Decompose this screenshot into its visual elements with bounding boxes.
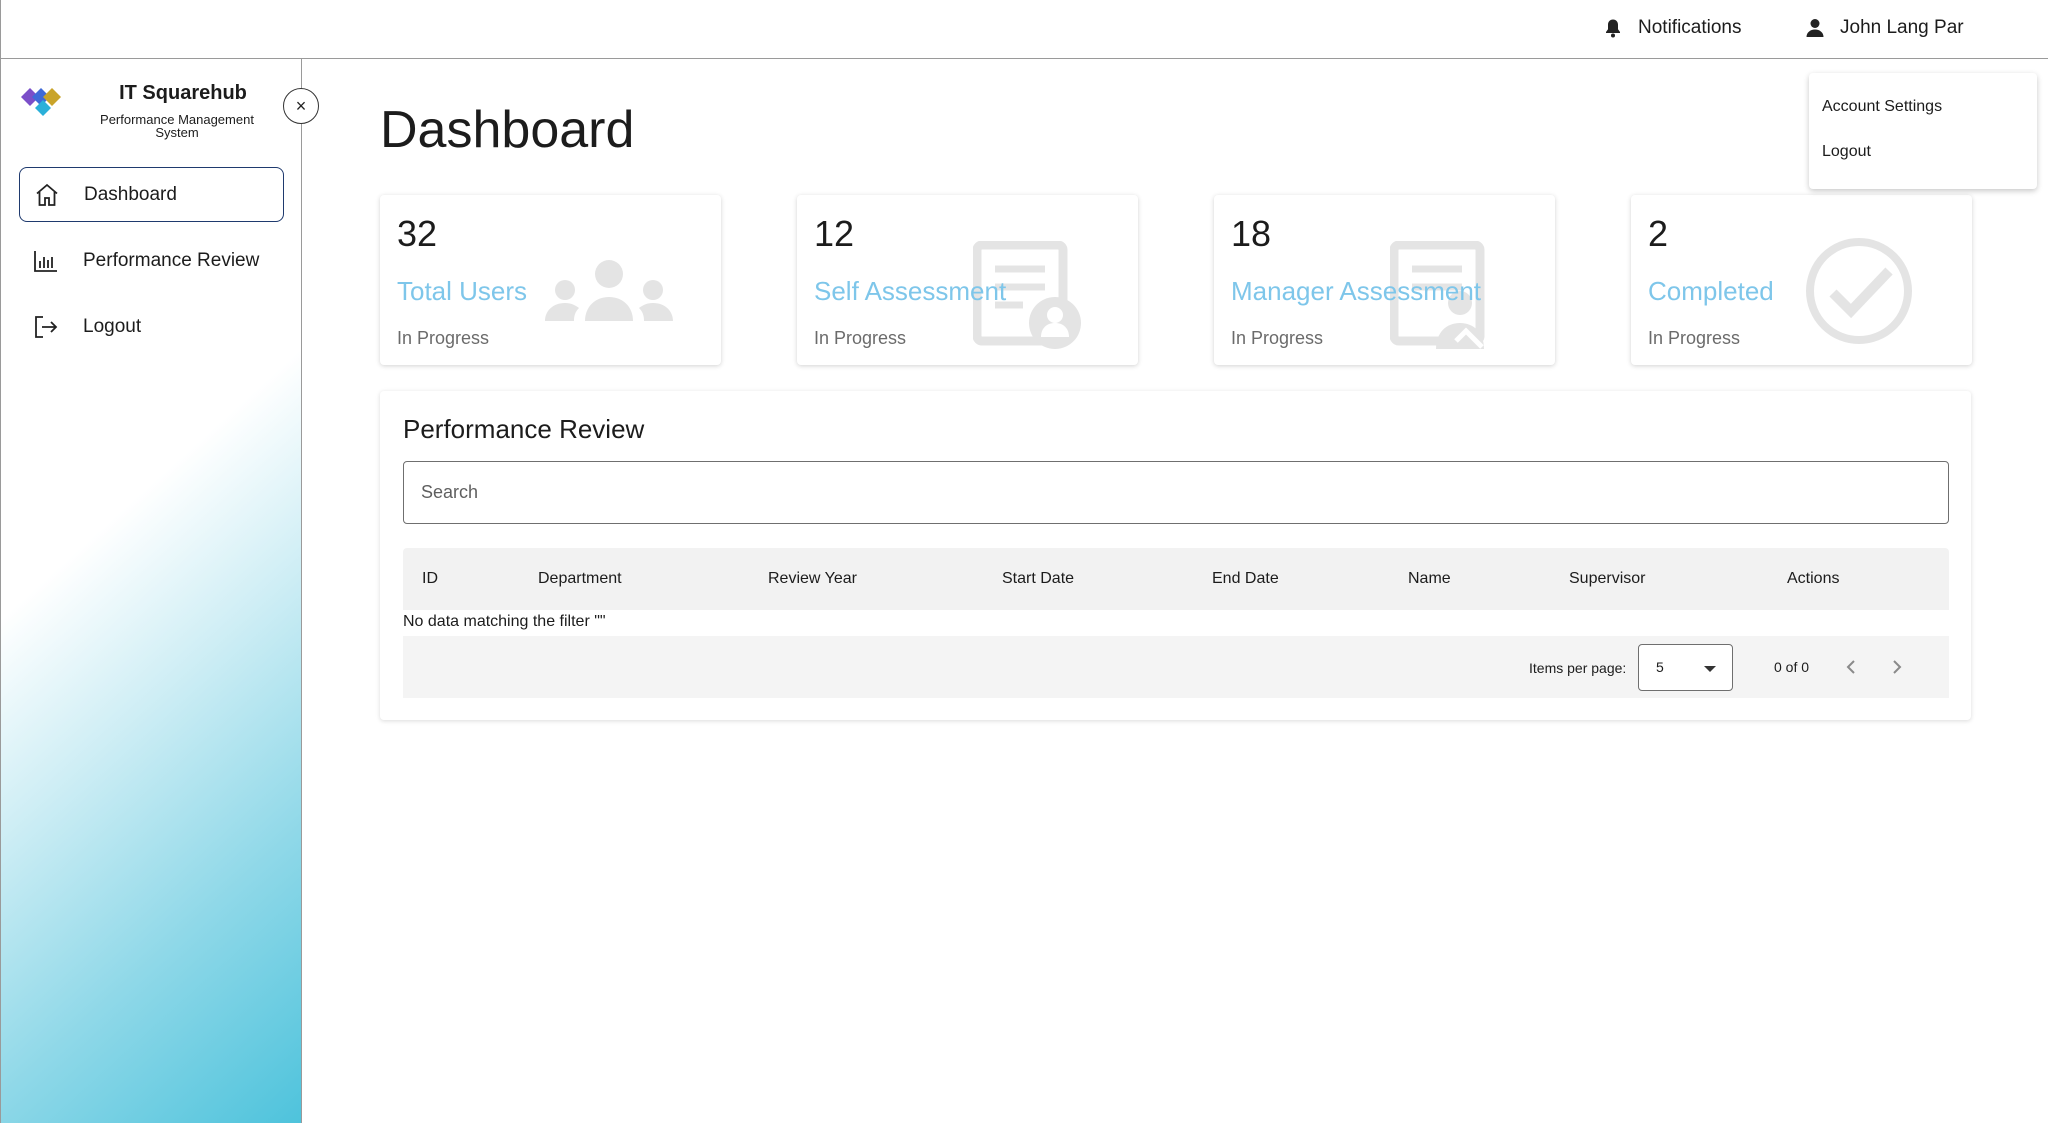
stat-card-completed: 2 Completed In Progress <box>1631 195 1972 365</box>
dropdown-arrow-icon <box>1704 666 1716 672</box>
next-page-button[interactable] <box>1883 653 1911 681</box>
performance-review-panel: Performance Review ID Department Review … <box>380 391 1971 720</box>
user-name: John Lang Par <box>1840 17 1964 38</box>
previous-page-button[interactable] <box>1837 653 1865 681</box>
column-header-supervisor[interactable]: Supervisor <box>1569 570 1645 588</box>
column-header-actions[interactable]: Actions <box>1787 570 1839 588</box>
user-menu-button[interactable]: John Lang Par <box>1806 17 1964 39</box>
sidebar-item-logout[interactable]: Logout <box>19 299 284 354</box>
card-label: Self Assessment <box>814 276 1007 306</box>
sidebar-item-label: Logout <box>83 315 142 337</box>
user-icon <box>1806 19 1824 37</box>
card-label: Total Users <box>397 276 528 306</box>
stat-card-self-assessment: 12 Self Assessment In Progress <box>797 195 1138 365</box>
card-count: 32 <box>397 213 438 254</box>
card-count: 2 <box>1648 213 1669 254</box>
account-settings-menu-item[interactable]: Account Settings <box>1822 98 1942 116</box>
home-icon <box>36 183 58 206</box>
page-range-label: 0 of 0 <box>1774 659 1810 675</box>
brand-subtitle: Performance Management System <box>85 113 269 139</box>
card-count: 18 <box>1231 213 1272 254</box>
logout-icon <box>35 315 58 338</box>
items-per-page-label: Items per page: <box>1529 660 1627 676</box>
column-header-name[interactable]: Name <box>1408 570 1451 588</box>
card-label: Manager Assessment <box>1231 276 1482 306</box>
search-input[interactable] <box>403 461 1949 524</box>
brand-logo <box>21 88 61 116</box>
logout-menu-item[interactable]: Logout <box>1822 143 1871 161</box>
column-header-department[interactable]: Department <box>538 570 622 588</box>
chevron-left-icon <box>1846 660 1855 674</box>
sidebar: IT Squarehub Performance Management Syst… <box>1 59 302 1123</box>
bar-chart-icon <box>34 250 57 272</box>
card-count: 12 <box>814 213 855 254</box>
panel-title: Performance Review <box>403 414 645 444</box>
paginator: Items per page: 5 0 of 0 <box>403 636 1949 698</box>
close-icon: × <box>295 95 307 116</box>
page-title: Dashboard <box>380 101 635 159</box>
sidebar-item-label: Performance Review <box>83 249 260 271</box>
users-group-icon <box>545 260 673 321</box>
column-header-id[interactable]: ID <box>422 570 438 588</box>
stat-card-manager-assessment: 18 Manager Assessment In Progress <box>1214 195 1555 365</box>
stat-card-total-users: 32 Total Users In Progress <box>380 195 721 365</box>
column-header-review-year[interactable]: Review Year <box>768 570 857 588</box>
notifications-button[interactable]: Notifications <box>1604 17 1742 39</box>
column-header-end-date[interactable]: End Date <box>1212 570 1279 588</box>
chevron-right-icon <box>1893 660 1902 674</box>
empty-table-message: No data matching the filter "" <box>403 613 606 630</box>
sidebar-item-label: Dashboard <box>84 183 177 205</box>
bell-icon <box>1606 19 1620 38</box>
card-label: Completed <box>1648 276 1774 306</box>
check-circle-icon <box>1806 238 1912 344</box>
brand-name: IT Squarehub <box>119 82 247 104</box>
brand-subtitle-line2: System <box>155 125 199 140</box>
sidebar-item-dashboard[interactable]: Dashboard <box>19 167 284 222</box>
card-status: In Progress <box>1648 328 1741 348</box>
top-bar: Notifications John Lang Par <box>1 0 2048 59</box>
table-header-row: ID Department Review Year Start Date End… <box>403 548 1949 610</box>
card-status: In Progress <box>814 328 907 348</box>
app-root: Notifications John Lang Par Account Sett… <box>0 0 2048 1123</box>
column-header-start-date[interactable]: Start Date <box>1002 570 1074 588</box>
items-per-page-select[interactable]: 5 <box>1638 644 1733 691</box>
items-per-page-value: 5 <box>1656 659 1664 675</box>
notifications-label: Notifications <box>1638 17 1742 38</box>
close-sidebar-button[interactable]: × <box>283 88 319 124</box>
card-status: In Progress <box>1231 328 1324 348</box>
card-status: In Progress <box>397 328 490 348</box>
account-dropdown-menu: Account Settings Logout <box>1809 73 2037 189</box>
sidebar-item-performance-review[interactable]: Performance Review <box>19 233 284 288</box>
